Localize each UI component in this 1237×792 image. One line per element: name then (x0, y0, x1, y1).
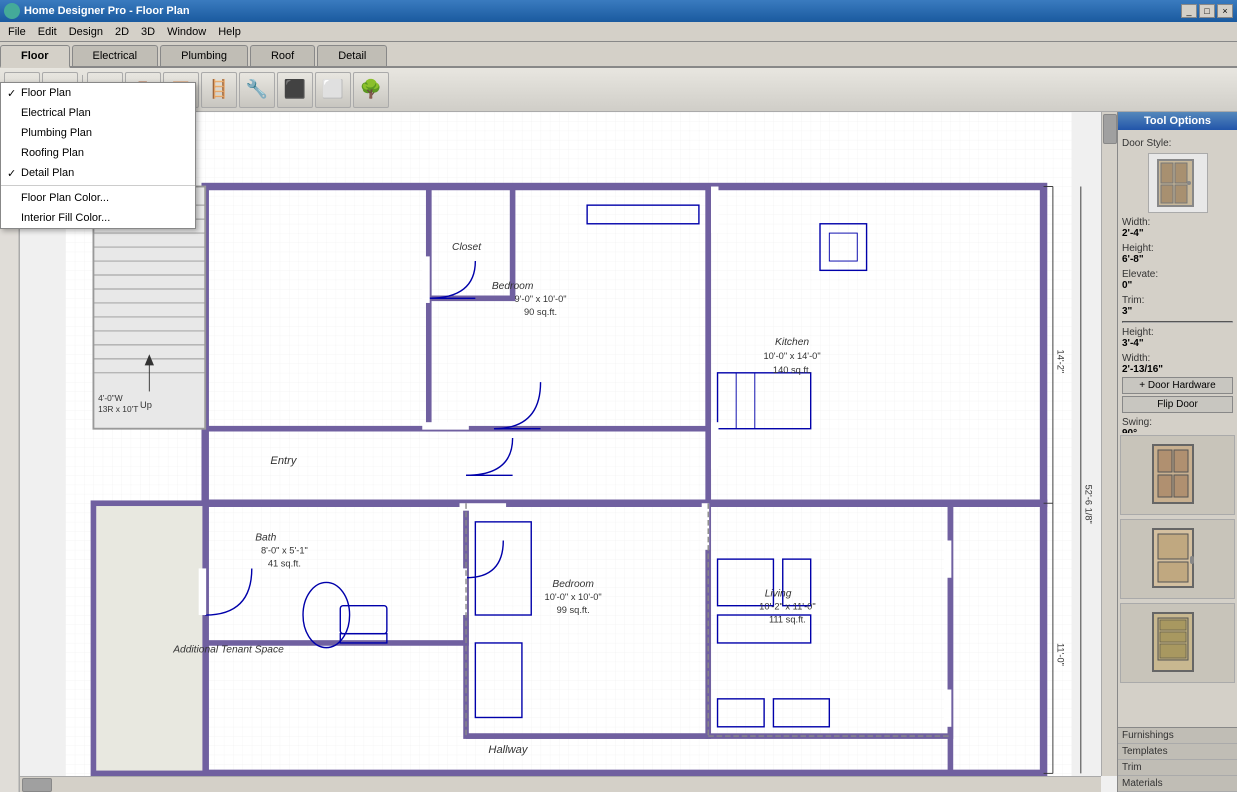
title-bar: Home Designer Pro - Floor Plan _ □ × (0, 0, 1237, 22)
tool-options-header: Tool Options (1118, 112, 1237, 130)
dropdown-detail-plan[interactable]: Detail Plan (1, 163, 195, 183)
svg-text:52'-6 1/8": 52'-6 1/8" (1083, 485, 1093, 524)
flip-door-button[interactable]: Flip Door (1122, 396, 1233, 413)
right-panel: Tool Options Door Style: Width: 2'-4" He… (1117, 112, 1237, 792)
svg-text:Entry: Entry (270, 455, 297, 467)
toolbar-stair[interactable]: 🪜 (201, 72, 237, 108)
svg-text:10'-0" x 10'-0": 10'-0" x 10'-0" (545, 592, 602, 602)
door-thumb-3[interactable] (1120, 603, 1235, 683)
dropdown-floor-plan[interactable]: Floor Plan (1, 83, 195, 103)
svg-text:11'-0": 11'-0" (1056, 643, 1066, 666)
menu-bar: File Edit Design 2D 3D Window Help (0, 22, 1237, 42)
width-label: Width: (1122, 217, 1233, 228)
toolbar-terrain[interactable]: 🌳 (353, 72, 389, 108)
elevate-value: 0" (1122, 280, 1233, 291)
bottom-tab-trim[interactable]: Trim (1118, 760, 1237, 776)
toolbar-fixture[interactable]: 🔧 (239, 72, 275, 108)
app-icon (4, 3, 20, 19)
svg-text:14'-2": 14'-2" (1056, 350, 1066, 374)
tab-plumbing[interactable]: Plumbing (160, 45, 248, 66)
svg-text:13R x 10'T: 13R x 10'T (98, 404, 138, 414)
svg-text:99 sq.ft.: 99 sq.ft. (557, 605, 590, 615)
minimize-button[interactable]: _ (1181, 4, 1197, 18)
height-value: 6'-8" (1122, 254, 1233, 265)
svg-text:Bedroom: Bedroom (492, 281, 534, 292)
svg-text:4'-0"W: 4'-0"W (98, 393, 123, 403)
dropdown-floor-plan-color[interactable]: Floor Plan Color... (1, 188, 195, 208)
dropdown-electrical-plan[interactable]: Electrical Plan (1, 103, 195, 123)
height-label: Height: (1122, 243, 1233, 254)
dropdown-interior-fill-color[interactable]: Interior Fill Color... (1, 208, 195, 228)
svg-text:111 sq.ft.: 111 sq.ft. (769, 614, 806, 624)
door-style-label: Door Style: (1122, 138, 1233, 149)
bottom-tab-templates[interactable]: Templates (1118, 744, 1237, 760)
svg-text:Kitchen: Kitchen (775, 337, 809, 348)
swing-label: Swing: (1122, 417, 1233, 428)
trim-value: 3" (1122, 306, 1233, 317)
menu-help[interactable]: Help (212, 24, 247, 40)
menu-design[interactable]: Design (63, 24, 109, 40)
svg-text:Bath: Bath (255, 532, 276, 543)
svg-text:9'-0" x 10'-0": 9'-0" x 10'-0" (515, 294, 567, 304)
menu-3d[interactable]: 3D (135, 24, 161, 40)
door-thumb-2[interactable] (1120, 519, 1235, 599)
svg-text:140 sq.ft.: 140 sq.ft. (773, 365, 811, 375)
close-button[interactable]: × (1217, 4, 1233, 18)
svg-text:Up: Up (140, 400, 152, 410)
trim-label: Trim: (1122, 295, 1233, 306)
svg-text:Hallway: Hallway (488, 744, 528, 756)
tab-floor[interactable]: Floor (0, 45, 70, 68)
menu-edit[interactable]: Edit (32, 24, 63, 40)
tab-detail[interactable]: Detail (317, 45, 387, 66)
door-thumb-1[interactable] (1120, 435, 1235, 515)
menu-window[interactable]: Window (161, 24, 212, 40)
svg-text:41 sq.ft.: 41 sq.ft. (268, 559, 301, 569)
tool-options-body: Door Style: Width: 2'-4" Height: 6'-8" E… (1118, 130, 1237, 433)
toolbar-room[interactable]: ⬜ (315, 72, 351, 108)
menu-file[interactable]: File (2, 24, 32, 40)
svg-text:10'-2" x 11'-0": 10'-2" x 11'-0" (759, 601, 816, 611)
title-bar-controls: _ □ × (1181, 4, 1233, 18)
dropdown-plumbing-plan[interactable]: Plumbing Plan (1, 123, 195, 143)
horizontal-scrollbar[interactable] (20, 776, 1101, 792)
height2-label: Height: (1122, 327, 1233, 338)
width2-label: Width: (1122, 353, 1233, 364)
door-thumbnails (1118, 433, 1237, 728)
svg-text:Living: Living (765, 588, 792, 599)
door-hardware-button[interactable]: + Door Hardware (1122, 377, 1233, 394)
width2-value: 2'-13/16" (1122, 364, 1233, 375)
height2-value: 3'-4" (1122, 338, 1233, 349)
bottom-tab-furnishings[interactable]: Furnishings (1118, 728, 1237, 744)
bottom-tab-materials[interactable]: Materials (1118, 776, 1237, 792)
door-preview (1148, 153, 1208, 213)
svg-text:Bedroom: Bedroom (552, 579, 594, 590)
elevate-label: Elevate: (1122, 269, 1233, 280)
tab-electrical[interactable]: Electrical (72, 45, 159, 66)
svg-text:10'-0" x 14'-0": 10'-0" x 14'-0" (763, 351, 820, 361)
dropdown-roofing-plan[interactable]: Roofing Plan (1, 143, 195, 163)
title-bar-left: Home Designer Pro - Floor Plan (4, 3, 190, 19)
maximize-button[interactable]: □ (1199, 4, 1215, 18)
svg-text:8'-0" x 5'-1": 8'-0" x 5'-1" (261, 546, 308, 556)
svg-text:90 sq.ft.: 90 sq.ft. (524, 307, 557, 317)
dropdown-separator (1, 185, 195, 186)
svg-text:Closet: Closet (452, 242, 482, 253)
toolbar-cabinet[interactable]: ⬛ (277, 72, 313, 108)
width-value: 2'-4" (1122, 228, 1233, 239)
vertical-scrollbar[interactable] (1101, 112, 1117, 776)
tab-bar: Floor Electrical Plumbing Roof Detail Fl… (0, 42, 1237, 68)
menu-2d[interactable]: 2D (109, 24, 135, 40)
title-bar-text: Home Designer Pro - Floor Plan (24, 5, 190, 17)
tab-roof[interactable]: Roof (250, 45, 315, 66)
svg-text:Additional Tenant Space: Additional Tenant Space (172, 644, 284, 655)
bottom-tabs: Furnishings Templates Trim Materials (1118, 727, 1237, 792)
floor-dropdown-menu: Floor Plan Electrical Plan Plumbing Plan… (0, 82, 196, 229)
